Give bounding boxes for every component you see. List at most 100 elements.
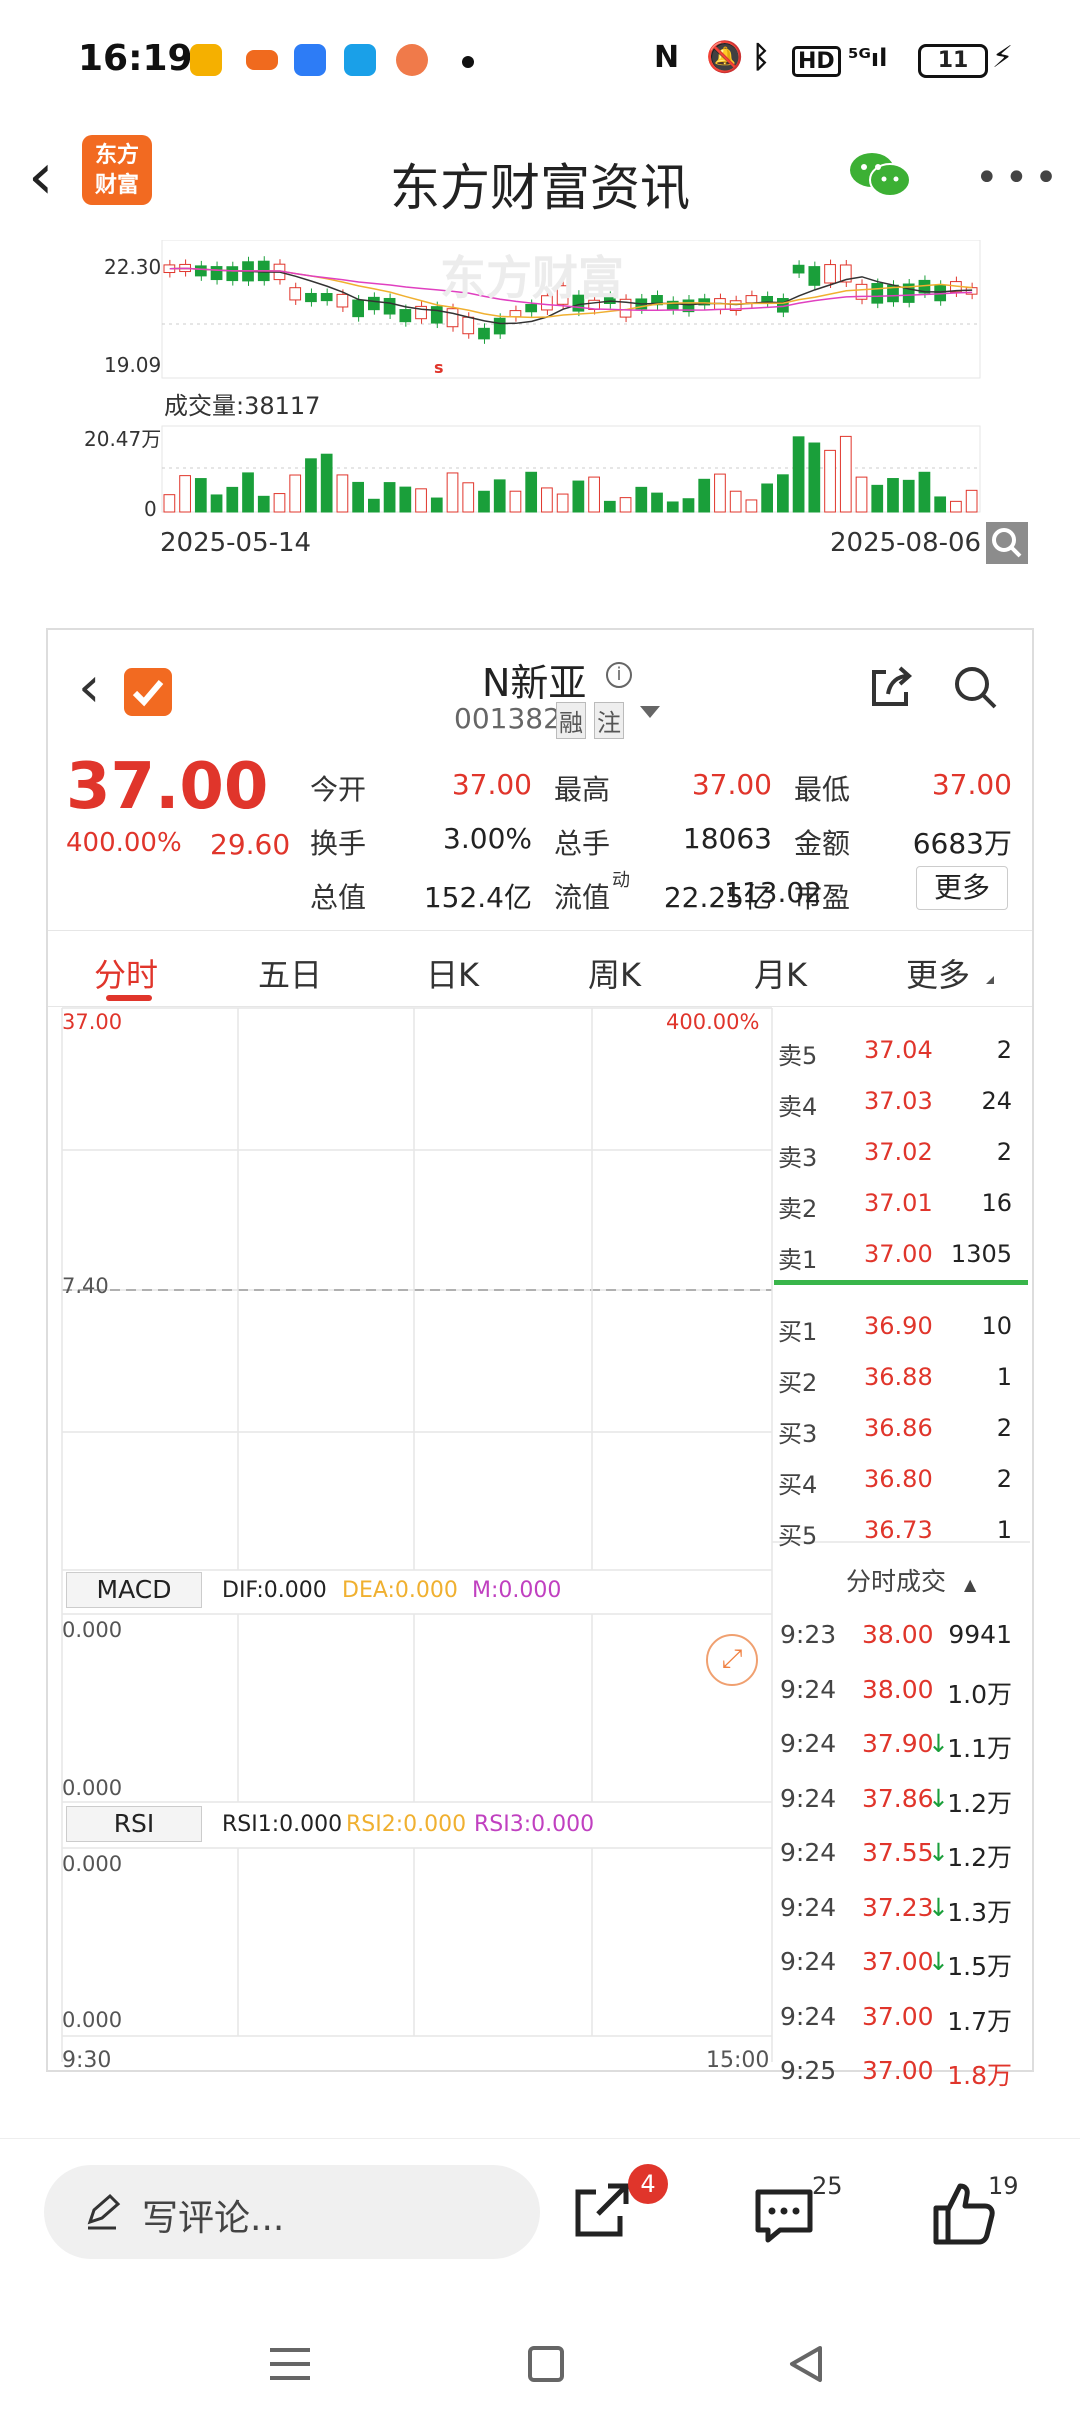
tab-active-indicator — [106, 995, 152, 1001]
order-level-label: 买2 — [778, 1369, 818, 1397]
order-book-row[interactable]: 卖5 37.04 2 — [778, 1024, 1018, 1074]
wechat-share-icon[interactable] — [848, 150, 912, 200]
margin-tag: 融 — [556, 702, 586, 739]
tick-row: 9:24 37.90 ↓ 1.1万 — [778, 1717, 1018, 1771]
tick-row: 9:24 37.00 1.7万 — [778, 1990, 1018, 2044]
tick-header[interactable]: 分时成交 ▲ — [846, 1562, 976, 1598]
candle — [305, 292, 317, 303]
change-amount: 29.60 — [210, 828, 291, 861]
comments-button[interactable] — [752, 2184, 816, 2248]
kline-chart: 东方财富 22.30 19.09 s 成交量:38117 20.47万 0 20… — [0, 240, 1080, 570]
order-book-row[interactable]: 卖2 37.01 16 — [778, 1177, 1018, 1227]
order-book-row[interactable]: 买4 36.80 2 — [778, 1453, 1018, 1503]
rsi-indicator-button[interactable]: RSI — [66, 1806, 202, 1842]
tab-0[interactable]: 分时 — [94, 950, 158, 996]
tick-row: 9:25 37.00 1.8万 — [778, 2044, 1018, 2098]
order-price: 37.03 — [864, 1087, 933, 1115]
order-book-row[interactable]: 买1 36.90 10 — [778, 1300, 1018, 1350]
candle — [399, 309, 412, 323]
more-options-icon[interactable]: ••• — [975, 155, 1064, 201]
tick-header-label: 分时成交 — [846, 1567, 947, 1596]
order-book-row[interactable]: 卖4 37.03 24 — [778, 1075, 1018, 1125]
tab-3[interactable]: 周K — [588, 950, 641, 996]
order-book-row[interactable]: 卖1 37.00 1305 — [778, 1228, 1018, 1278]
order-volume: 1305 — [950, 1240, 1012, 1268]
tick-volume: 1.2万 — [947, 1788, 1012, 1818]
like-button[interactable] — [932, 2180, 996, 2246]
search-icon[interactable] — [986, 522, 1028, 564]
tick-row: 9:24 37.86 ↓ 1.2万 — [778, 1772, 1018, 1826]
checked-favorite-icon[interactable] — [124, 668, 172, 716]
tick-volume: 1.3万 — [947, 1897, 1012, 1927]
volume-label: 成交量:38117 — [164, 392, 321, 420]
volume-bar — [887, 478, 899, 513]
intraday-top-price: 37.00 — [62, 1010, 123, 1034]
volume-bar — [163, 494, 176, 513]
order-volume: 16 — [981, 1189, 1012, 1217]
mute-icon: 🔕 — [706, 40, 744, 75]
registration-tag: 注 — [594, 702, 624, 739]
share-icon[interactable] — [866, 662, 916, 716]
comment-placeholder: 写评论... — [142, 2198, 285, 2239]
order-book-row[interactable]: 买2 36.88 1 — [778, 1351, 1018, 1401]
volume-bar — [588, 476, 600, 513]
candle — [320, 293, 333, 302]
menu-icon[interactable] — [270, 2348, 310, 2380]
volume-bar — [179, 475, 191, 513]
tick-row: 9:24 37.23 ↓ 1.3万 — [778, 1881, 1018, 1935]
volume-bar — [651, 492, 663, 513]
candle — [509, 310, 522, 318]
tick-price: 38.00 — [862, 1674, 934, 1704]
candle — [446, 308, 459, 328]
candle — [336, 293, 349, 308]
volume-bar — [635, 486, 648, 513]
volume-bar — [336, 474, 349, 513]
stock-code: 001382 — [454, 702, 561, 735]
tick-row: 9:24 37.00 ↓ 1.5万 — [778, 1935, 1018, 1989]
down-arrow-icon: ↓ — [928, 1947, 949, 1976]
volume-bar — [368, 498, 380, 513]
order-volume: 2 — [996, 1036, 1012, 1064]
order-volume: 1 — [996, 1516, 1012, 1544]
search-icon[interactable] — [950, 662, 1000, 716]
home-icon[interactable] — [528, 2346, 564, 2382]
volume-bar — [934, 496, 947, 513]
volume-bar — [619, 497, 632, 513]
tab-2[interactable]: 日K — [426, 950, 479, 996]
tick-volume: 1.1万 — [947, 1734, 1012, 1763]
tab-1[interactable]: 五日 — [258, 950, 322, 996]
order-volume: 10 — [981, 1312, 1012, 1340]
macd-indicator-button[interactable]: MACD — [66, 1572, 202, 1608]
comment-input[interactable]: 写评论... — [44, 2165, 540, 2259]
quote-value: 37.00 — [451, 768, 532, 801]
tick-time: 9:24 — [780, 1729, 837, 1758]
rsi-bottom-value: 0.000 — [62, 2008, 123, 2032]
order-price: 36.73 — [864, 1516, 933, 1544]
order-book-row[interactable]: 买3 36.86 2 — [778, 1402, 1018, 1452]
order-price: 36.80 — [864, 1465, 933, 1493]
order-book-row[interactable]: 买5 36.73 1 — [778, 1504, 1018, 1554]
expand-chart-icon[interactable]: ⤢ — [706, 1634, 758, 1686]
stock-switch-dropdown-icon[interactable] — [640, 706, 660, 718]
page-title: 东方财富资讯 — [390, 159, 690, 217]
back-nav-icon[interactable] — [786, 2344, 826, 2384]
tab-5[interactable]: 更多 — [906, 950, 970, 996]
tick-volume: 1.7万 — [947, 2006, 1012, 2036]
comments-count: 25 — [812, 2172, 843, 2200]
candle — [210, 266, 223, 281]
order-book-row[interactable]: 卖3 37.02 2 — [778, 1126, 1018, 1176]
tab-4[interactable]: 月K — [754, 950, 807, 996]
card-back-icon[interactable]: ‹ — [78, 660, 100, 716]
time-start-label: 9:30 — [62, 2048, 112, 2073]
order-volume: 2 — [996, 1465, 1012, 1493]
candle — [792, 264, 805, 274]
order-volume: 2 — [996, 1138, 1012, 1166]
rsi2-value: RSI2:0.000 — [346, 1812, 467, 1837]
volume-max-label: 20.47万 — [84, 427, 162, 451]
volume-bar — [839, 435, 852, 513]
candle — [493, 317, 506, 335]
volume-bar — [430, 497, 443, 513]
order-level-label: 买5 — [778, 1522, 818, 1550]
more-quotes-button[interactable]: 更多 — [916, 866, 1008, 910]
info-icon[interactable]: i — [606, 662, 632, 688]
